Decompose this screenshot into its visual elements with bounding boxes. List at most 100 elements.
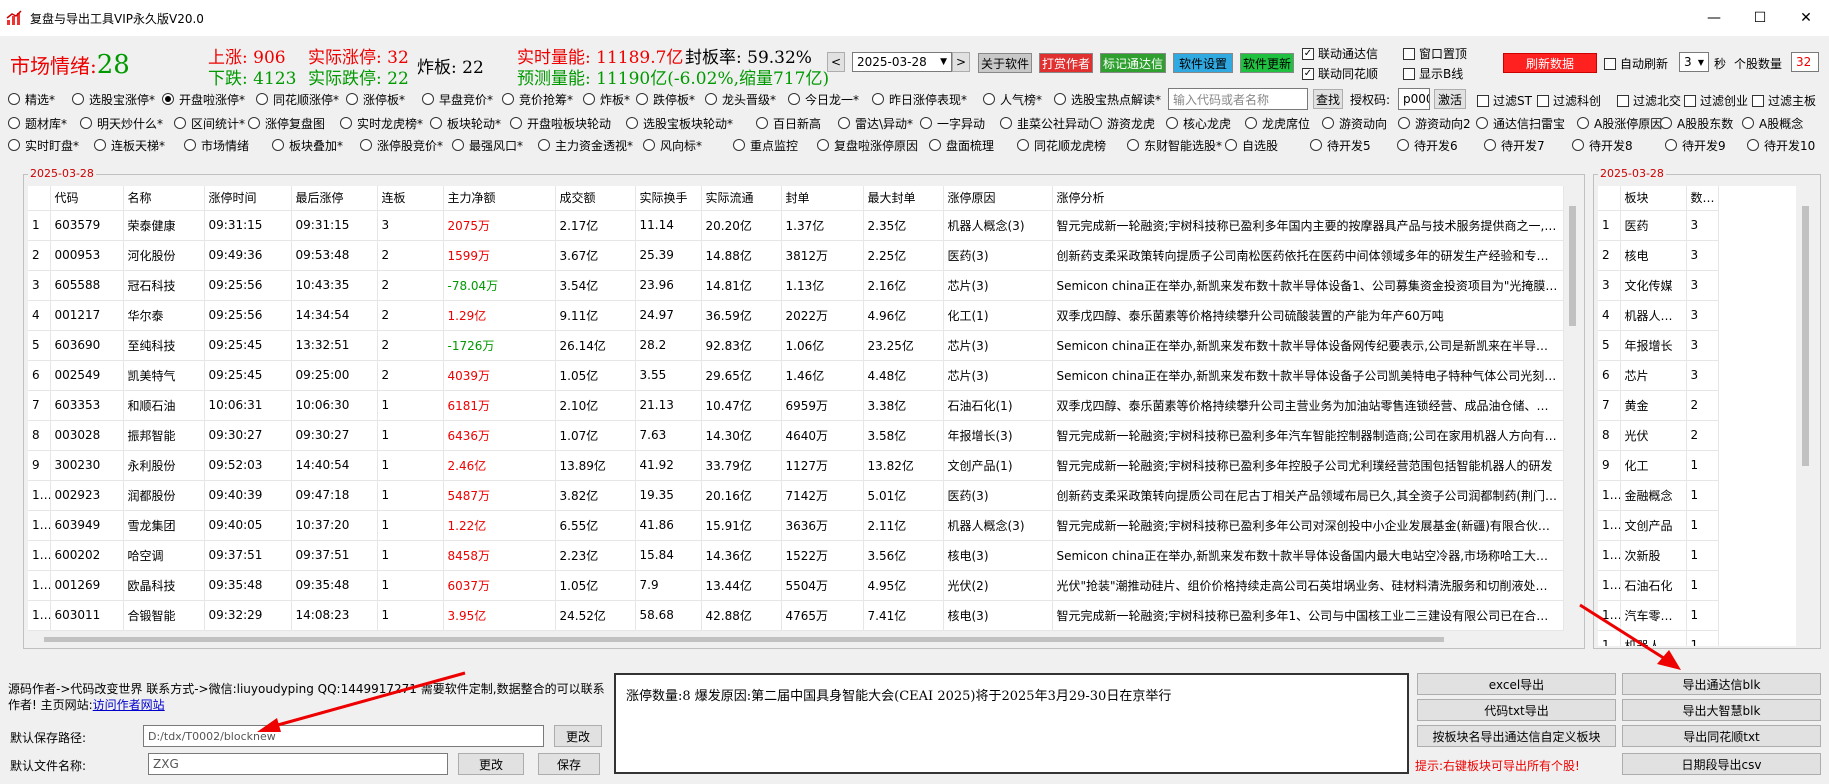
option-2-15[interactable]: 游资动向: [1322, 114, 1387, 132]
export-ths-txt-button[interactable]: 导出同花顺txt: [1622, 725, 1821, 747]
table-row[interactable]: 5 年报增长 3: [1598, 330, 1796, 361]
option-2-1[interactable]: 明天炒什么*: [80, 114, 163, 132]
about-button[interactable]: 关于软件: [978, 53, 1032, 73]
option-1-4[interactable]: 涨停板*: [346, 90, 405, 108]
option-2-19[interactable]: A股股东数: [1660, 114, 1733, 132]
reward-author-button[interactable]: 打赏作者: [1039, 53, 1093, 73]
close-button[interactable]: ✕: [1783, 0, 1829, 36]
option-3-14[interactable]: 待开发5: [1310, 136, 1371, 154]
option-3-12[interactable]: 东财智能选股*: [1127, 136, 1222, 154]
auto-refresh-checkbox[interactable]: 自动刷新: [1604, 55, 1668, 72]
option-1-8[interactable]: 跌停板*: [636, 90, 695, 108]
option-1-0[interactable]: 精选*: [8, 90, 55, 108]
save-button[interactable]: 保存: [538, 753, 600, 775]
export-dzh-blk-button[interactable]: 导出大智慧blk: [1622, 699, 1821, 721]
column-header[interactable]: 最后涨停: [291, 186, 378, 211]
show-bline-checkbox[interactable]: 显示B线: [1403, 65, 1463, 82]
option-3-13[interactable]: 自选股: [1225, 136, 1278, 154]
table-row[interactable]: 7 黄金 2: [1598, 390, 1796, 421]
refresh-interval-select[interactable]: 3 ▼: [1679, 52, 1709, 72]
column-header[interactable]: 涨停原因: [943, 186, 1053, 211]
column-header[interactable]: [28, 186, 51, 211]
option-3-3[interactable]: 板块叠加*: [272, 136, 343, 154]
scroll-thumb[interactable]: [1569, 206, 1576, 326]
table-row[interactable]: 11 603949 雪龙集团 09:40:05 10:37:20 1 1.22亿 6.55亿 4…: [28, 510, 1564, 541]
column-header[interactable]: 数量: [1686, 186, 1719, 211]
table-row[interactable]: 10 002923 润都股份 09:40:39 09:47:18 1 5487万 3.82亿 1…: [28, 480, 1564, 511]
maximize-button[interactable]: ☐: [1737, 0, 1783, 36]
filter-checkbox-0[interactable]: 过滤ST: [1477, 92, 1532, 109]
sector-scroll-thumb[interactable]: [1802, 206, 1809, 466]
export-tdx-blk-button[interactable]: 导出通达信blk: [1622, 673, 1821, 695]
hscroll-thumb[interactable]: [44, 637, 1444, 642]
table-row[interactable]: 9 300230 永利股份 09:52:03 14:40:54 1 2.46亿 13.89亿 4…: [28, 450, 1564, 481]
table-row[interactable]: 5 603690 至纯科技 09:25:45 13:32:51 2 -1726万 26.14亿…: [28, 330, 1564, 361]
table-row[interactable]: 1 医药 3: [1598, 210, 1796, 241]
column-header[interactable]: 最大封单: [863, 186, 944, 211]
table-row[interactable]: 8 光伏 2: [1598, 420, 1796, 451]
option-3-7[interactable]: 风向标*: [643, 136, 702, 154]
table-row[interactable]: 4 001217 华尔泰 09:25:56 14:34:54 2 1.29亿 9.11亿 24.…: [28, 300, 1564, 331]
option-2-13[interactable]: 核心龙虎: [1166, 114, 1231, 132]
column-header[interactable]: [1598, 186, 1621, 211]
main-horizontal-scrollbar[interactable]: [28, 631, 1564, 647]
table-row[interactable]: 9 化工 1: [1598, 450, 1796, 481]
table-row[interactable]: 3 文化传媒 3: [1598, 270, 1796, 301]
option-3-17[interactable]: 待开发8: [1572, 136, 1633, 154]
column-header[interactable]: 主力净额: [443, 186, 556, 211]
option-2-18[interactable]: A股涨停原因: [1577, 114, 1662, 132]
option-1-10[interactable]: 今日龙一*: [788, 90, 859, 108]
main-vertical-scrollbar[interactable]: [1564, 186, 1582, 631]
settings-button[interactable]: 软件设置: [1173, 53, 1233, 73]
option-2-12[interactable]: 游资龙虎: [1090, 114, 1155, 132]
filter-checkbox-2[interactable]: 过滤北交: [1617, 92, 1681, 109]
option-1-6[interactable]: 竞价抢筹*: [502, 90, 573, 108]
file-name-input[interactable]: ZXG: [148, 753, 448, 775]
stock-search-input[interactable]: 输入代码或者名称: [1168, 88, 1308, 110]
table-row[interactable]: 10 金融概念 1: [1598, 480, 1796, 511]
option-3-16[interactable]: 待开发7: [1484, 136, 1545, 154]
author-site-link[interactable]: 访问作者网站: [93, 698, 165, 712]
table-row[interactable]: 12 600202 哈空调 09:37:51 09:37:51 1 8458万 2.23亿 15…: [28, 540, 1564, 571]
link-ths-checkbox[interactable]: ✓ 联动同花顺: [1302, 65, 1378, 82]
option-2-0[interactable]: 题材库*: [8, 114, 67, 132]
option-1-12[interactable]: 人气榜*: [983, 90, 1042, 108]
update-button[interactable]: 软件更新: [1240, 53, 1294, 73]
option-3-4[interactable]: 涨停股竞价*: [360, 136, 443, 154]
table-row[interactable]: 8 003028 振邦智能 09:30:27 09:30:27 1 6436万 1.07亿 7.…: [28, 420, 1564, 451]
option-2-16[interactable]: 游资动向2: [1398, 114, 1471, 132]
column-header[interactable]: 封单: [781, 186, 864, 211]
next-date-button[interactable]: >: [952, 52, 970, 72]
change-path-button[interactable]: 更改: [554, 725, 602, 747]
option-2-10[interactable]: 一字异动: [920, 114, 985, 132]
column-header[interactable]: 代码: [50, 186, 124, 211]
export-tdx-custom-sector-button[interactable]: 按板块名导出通达信自定义板块: [1417, 725, 1616, 747]
link-tdx-checkbox[interactable]: ✓ 联动通达信: [1302, 45, 1378, 62]
column-header[interactable]: 实际换手: [635, 186, 702, 211]
table-row[interactable]: 2 000953 河化股份 09:49:36 09:53:48 2 1599万 3.67亿 25…: [28, 240, 1564, 271]
column-header[interactable]: 涨停分析: [1052, 186, 1564, 211]
column-header[interactable]: 名称: [123, 186, 205, 211]
option-2-11[interactable]: 韭菜公社异动: [1000, 114, 1089, 132]
option-2-6[interactable]: 开盘啦板块轮动: [510, 114, 611, 132]
option-2-8[interactable]: 百日新高: [756, 114, 821, 132]
search-button[interactable]: 查找: [1313, 89, 1343, 109]
table-row[interactable]: 2 核电 3: [1598, 240, 1796, 271]
option-2-17[interactable]: 通达信扫雷宝: [1476, 114, 1565, 132]
table-row[interactable]: 7 603353 和顺石油 10:06:31 10:06:30 1 6181万 2.10亿 21…: [28, 390, 1564, 421]
option-3-2[interactable]: 市场情绪: [184, 136, 249, 154]
option-1-3[interactable]: 同花顺涨停*: [256, 90, 339, 108]
option-3-8[interactable]: 重点监控: [733, 136, 798, 154]
option-3-9[interactable]: 复盘啦涨停原因: [817, 136, 918, 154]
option-3-5[interactable]: 最强风口*: [452, 136, 523, 154]
column-header[interactable]: 连板: [377, 186, 444, 211]
option-1-9[interactable]: 龙头晋级*: [705, 90, 776, 108]
option-1-5[interactable]: 早盘竞价*: [422, 90, 493, 108]
option-2-14[interactable]: 龙虎席位: [1245, 114, 1310, 132]
mark-tdx-button[interactable]: 标记通达信: [1100, 53, 1166, 73]
stock-count-input[interactable]: 32: [1791, 52, 1819, 72]
topmost-checkbox[interactable]: 窗口置顶: [1403, 45, 1467, 62]
date-range-csv-export-button[interactable]: 日期段导出csv: [1622, 753, 1821, 775]
option-3-10[interactable]: 盘面梳理: [929, 136, 994, 154]
table-row[interactable]: 6 芯片 3: [1598, 360, 1796, 391]
